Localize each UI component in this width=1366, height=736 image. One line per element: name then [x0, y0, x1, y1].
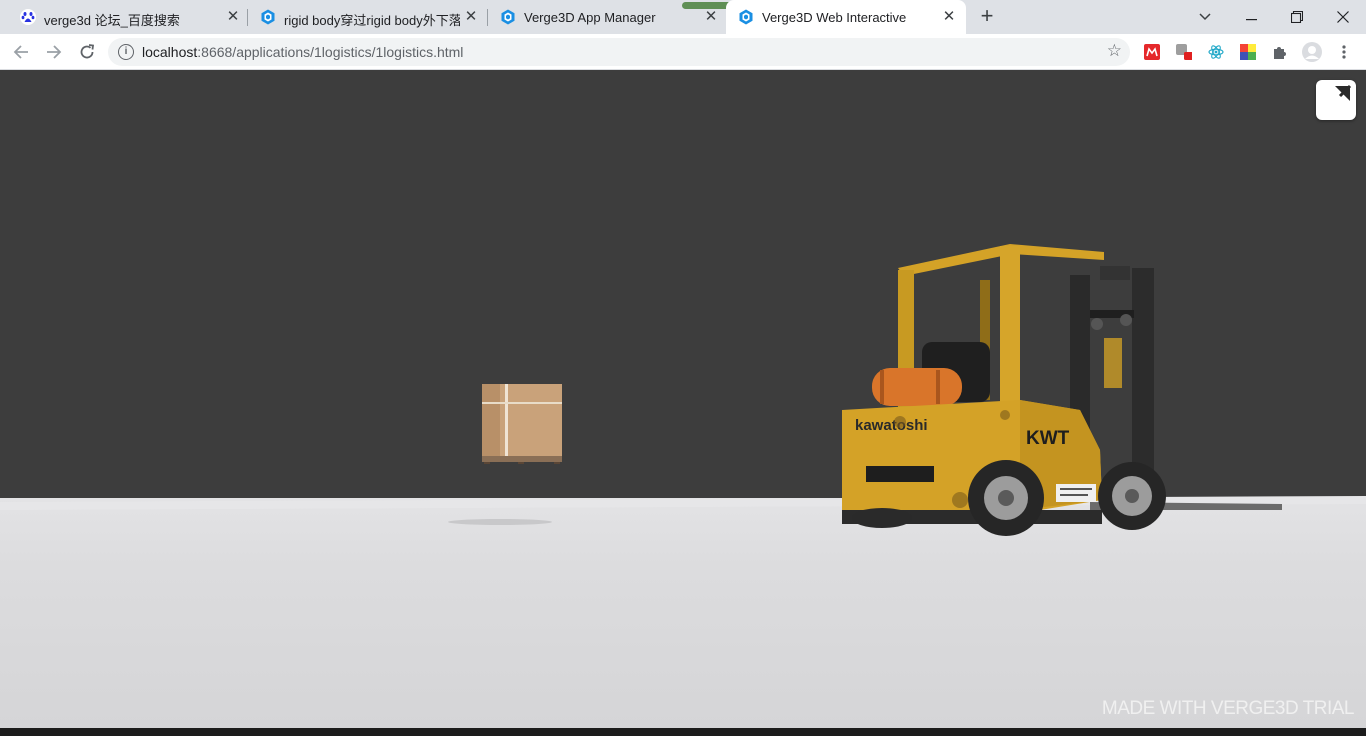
tab-baidu-search[interactable]: verge3d 论坛_百度搜索 ✕	[8, 0, 246, 34]
close-window-button[interactable]	[1330, 4, 1356, 30]
forklift-brand-text: kawatoshi	[855, 417, 928, 434]
tab-title: Verge3D Web Interactive	[762, 10, 907, 25]
address-bar[interactable]: i localhost:8668/applications/1logistics…	[108, 38, 1130, 66]
close-tab-icon[interactable]: ✕	[940, 8, 958, 26]
chevron-down-icon	[1199, 13, 1211, 21]
fullscreen-icon	[1335, 84, 1352, 101]
verge3d-icon	[739, 9, 753, 25]
minimize-icon	[1245, 19, 1257, 21]
forklift-logo-text: KWT	[1026, 428, 1070, 449]
extension-red-icon[interactable]	[1144, 44, 1160, 60]
minimize-button[interactable]	[1238, 4, 1264, 30]
verge3d-icon	[501, 9, 515, 25]
menu-kebab-icon[interactable]	[1336, 44, 1352, 60]
tab-web-interactive[interactable]: Verge3D Web Interactive ✕	[726, 0, 966, 34]
close-icon	[1337, 11, 1349, 23]
bookmark-star-icon[interactable]: ☆	[1107, 41, 1122, 61]
extension-gray-icon[interactable]	[1176, 44, 1192, 60]
os-taskbar	[0, 728, 1366, 736]
restore-button[interactable]	[1284, 4, 1310, 30]
close-tab-icon[interactable]: ✕	[224, 8, 242, 26]
reload-icon	[80, 44, 95, 59]
new-tab-button[interactable]: +	[976, 5, 998, 28]
forward-button[interactable]	[42, 40, 66, 64]
fullscreen-button[interactable]	[1316, 80, 1356, 120]
baidu-paw-icon	[20, 9, 36, 25]
profile-avatar[interactable]	[1302, 42, 1322, 62]
forklift: kawatoshi KWT	[842, 244, 1282, 536]
extension-colorpicker-icon[interactable]	[1240, 44, 1256, 60]
url-text: localhost:8668/applications/1logistics/1…	[142, 44, 464, 60]
verge3d-trial-watermark: MADE WITH VERGE3D TRIAL	[1101, 698, 1355, 719]
close-tab-icon[interactable]: ✕	[462, 8, 480, 26]
tab-title: rigid body穿过rigid body外下落	[284, 13, 460, 28]
scene-svg: kawatoshi KWT	[0, 244, 1366, 536]
tab-title: Verge3D App Manager	[524, 10, 656, 25]
restore-icon	[1290, 10, 1304, 24]
close-tab-icon[interactable]: ✕	[702, 8, 720, 26]
site-info-icon[interactable]: i	[118, 44, 134, 60]
browser-toolbar: i localhost:8668/applications/1logistics…	[0, 34, 1366, 70]
arrow-left-icon	[13, 45, 28, 59]
webgl-canvas[interactable]: kawatoshi KWT MADE WITH VERGE3D TRIAL	[0, 70, 1366, 728]
tab-strip: verge3d 论坛_百度搜索 ✕ rigid body穿过rigid body…	[0, 0, 1366, 34]
reload-button[interactable]	[75, 40, 99, 64]
arrow-right-icon	[47, 45, 62, 59]
verge3d-icon	[261, 9, 275, 25]
back-button[interactable]	[9, 40, 33, 64]
tab-rigid-body[interactable]: rigid body穿过rigid body外下落 ✕	[248, 0, 486, 34]
tab-title: verge3d 论坛_百度搜索	[44, 13, 180, 28]
tab-search-button[interactable]	[1192, 4, 1218, 30]
puzzle-extensions-icon[interactable]	[1272, 44, 1288, 60]
extension-react-icon[interactable]	[1208, 44, 1224, 60]
